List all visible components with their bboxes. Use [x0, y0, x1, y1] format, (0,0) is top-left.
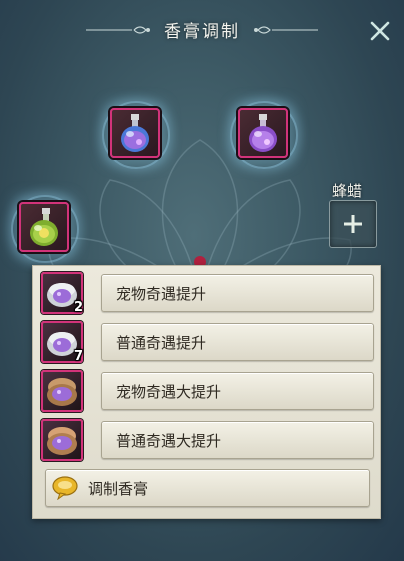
add-ingredient-slot[interactable]	[329, 200, 377, 248]
craft-button-label: 调制香膏	[88, 480, 149, 498]
item-count: 2	[73, 300, 83, 315]
blue-potion-bottle-icon	[121, 114, 149, 152]
page-title: 香膏调制	[164, 22, 240, 42]
speech-bubble-icon	[52, 476, 78, 500]
pearl-shell-icon[interactable]: 2	[41, 272, 83, 315]
ingredient-slot-1[interactable]	[110, 108, 160, 158]
recipe-label: 宠物奇遇大提升	[116, 383, 222, 401]
green-potion-bottle-icon	[30, 208, 58, 246]
beeswax-label: 蜂蜡	[332, 182, 363, 200]
recipe-row: 7 普通奇遇提升	[41, 319, 375, 364]
plus-icon	[344, 215, 362, 233]
recipe-row: 普通奇遇大提升	[41, 417, 375, 461]
cosmetic-compact-icon[interactable]	[41, 370, 83, 412]
recipe-button-pet-encounter-boost[interactable]: 宠物奇遇提升	[101, 274, 374, 312]
cosmetic-compact-icon[interactable]	[41, 419, 83, 461]
ingredient-slot-3[interactable]	[19, 202, 69, 252]
recipe-row: 宠物奇遇大提升	[41, 368, 375, 412]
title-ornament-left	[86, 26, 150, 34]
title-bar: 香膏调制	[0, 14, 404, 46]
recipe-label: 普通奇遇大提升	[116, 432, 222, 450]
recipe-label: 宠物奇遇提升	[116, 285, 207, 303]
recipe-button-normal-encounter-boost[interactable]: 普通奇遇提升	[101, 323, 374, 361]
item-count: 7	[73, 349, 83, 364]
recipe-panel: 2 宠物奇遇提升 7 普通奇遇提升 宠物奇遇大提升 普通奇遇大提升 调制香膏	[32, 265, 381, 519]
recipe-button-normal-encounter-big-boost[interactable]: 普通奇遇大提升	[101, 421, 374, 459]
recipe-label: 普通奇遇提升	[116, 334, 207, 352]
purple-potion-bottle-icon	[249, 114, 277, 152]
title-ornament-right	[254, 26, 318, 34]
pearl-shell-icon[interactable]: 7	[41, 321, 83, 364]
recipe-button-pet-encounter-big-boost[interactable]: 宠物奇遇大提升	[101, 372, 374, 410]
ingredient-slot-2[interactable]	[238, 108, 288, 158]
craft-balm-button[interactable]: 调制香膏	[45, 469, 370, 507]
recipe-row: 2 宠物奇遇提升	[41, 270, 375, 315]
close-icon[interactable]	[367, 18, 393, 44]
